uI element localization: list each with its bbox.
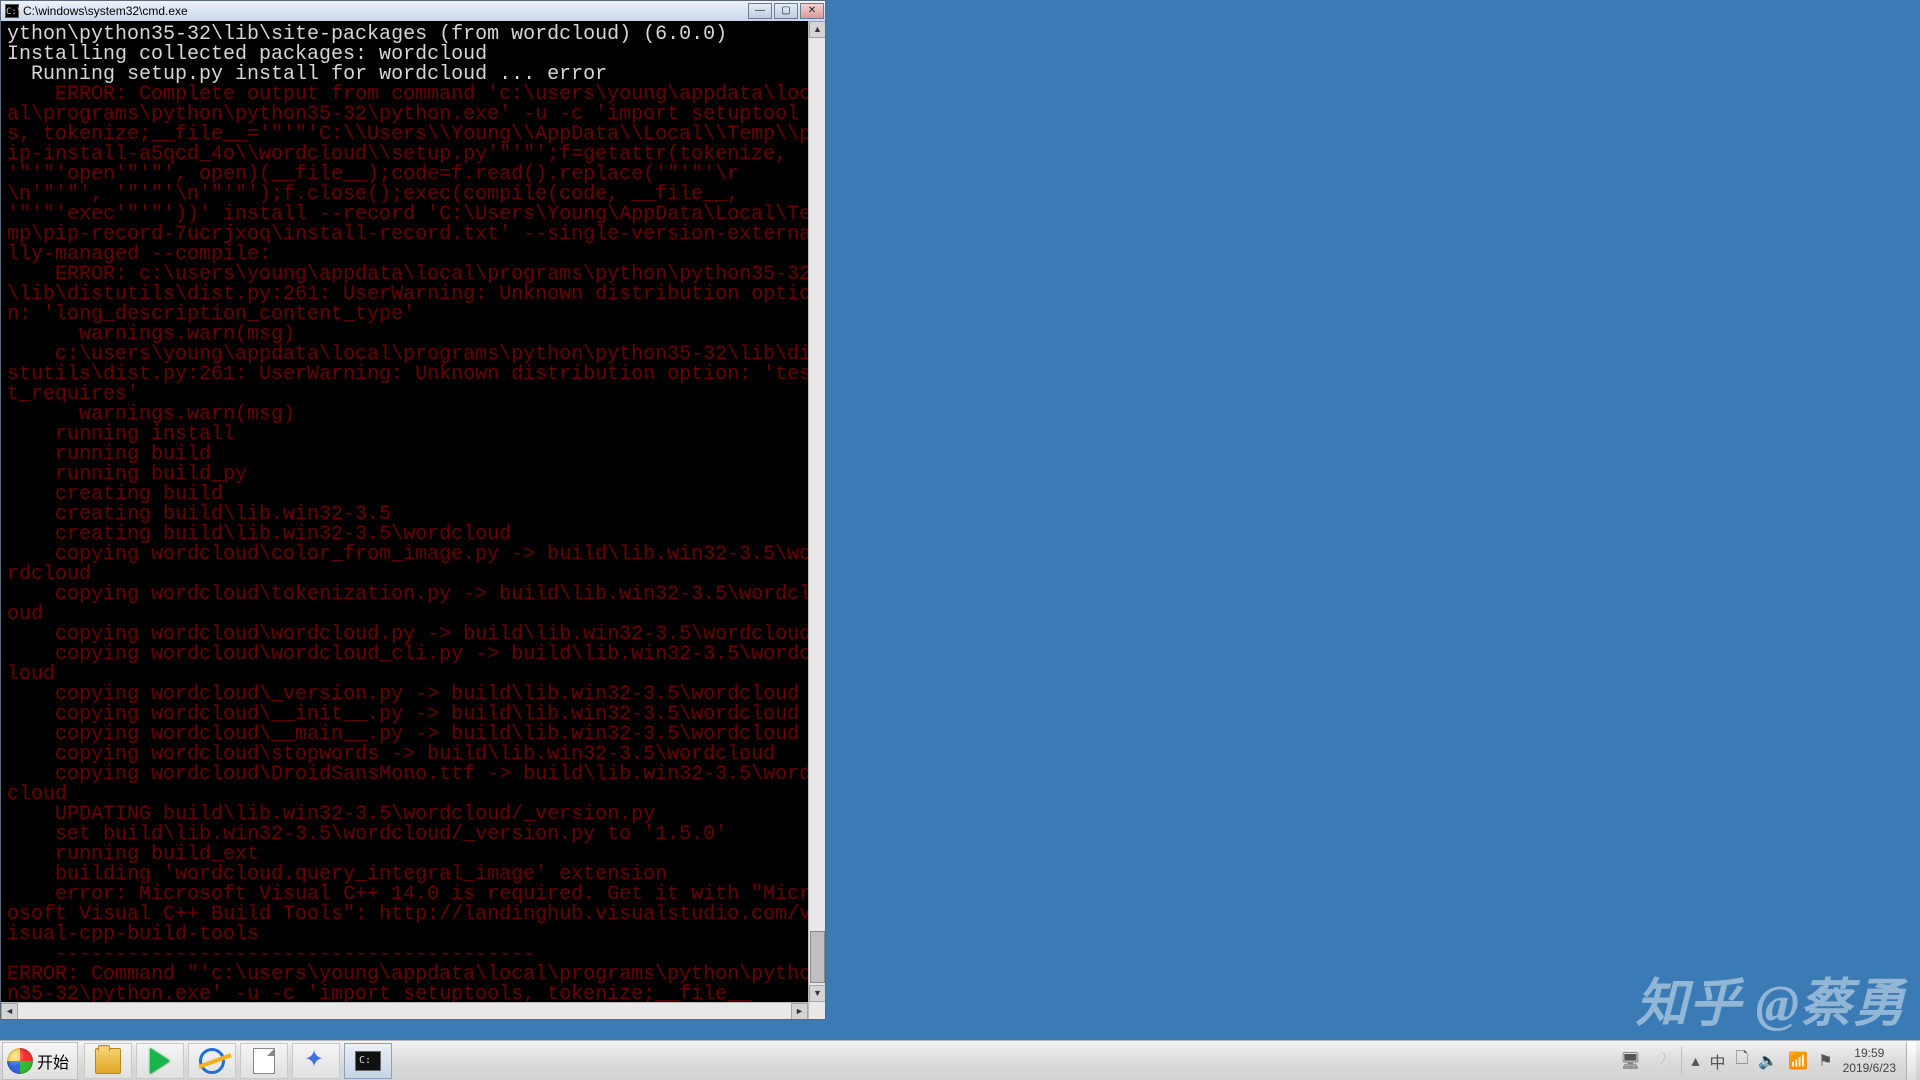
scroll-left-icon[interactable]: ◄ xyxy=(1,1003,18,1019)
tray-network-icon[interactable]: 📶 xyxy=(1788,1051,1808,1071)
system-tray: 🖥 ❔ ▴ 中 🗋 🔈 📶 ⚑ 19:59 2019/6/23 xyxy=(1610,1041,1920,1080)
scroll-thumb[interactable] xyxy=(810,931,825,983)
scroll-up-icon[interactable]: ▲ xyxy=(809,21,825,38)
scroll-right-icon[interactable]: ► xyxy=(791,1003,808,1019)
taskbar-cmd[interactable]: C: xyxy=(344,1043,392,1079)
windows-logo-icon xyxy=(7,1048,33,1074)
clock-date: 2019/6/23 xyxy=(1843,1061,1896,1076)
horizontal-scrollbar[interactable]: ◄ ► xyxy=(1,1002,808,1019)
taskbar-feishu[interactable] xyxy=(292,1043,340,1079)
tray-clock[interactable]: 19:59 2019/6/23 xyxy=(1843,1046,1896,1076)
tray-help-icon[interactable]: ❔ xyxy=(1651,1051,1671,1071)
minimize-button[interactable]: — xyxy=(748,3,772,19)
cmd-title: C:\windows\system32\cmd.exe xyxy=(23,4,747,18)
cmd-icon: C:\ xyxy=(5,4,19,18)
cmd-window: C:\ C:\windows\system32\cmd.exe — ▢ ✕ yt… xyxy=(0,0,826,1020)
terminal-output-error: ERROR: Complete output from command 'c:\… xyxy=(7,85,819,1019)
taskbar-media-player[interactable] xyxy=(136,1043,184,1079)
clock-time: 19:59 xyxy=(1843,1046,1896,1061)
start-label: 开始 xyxy=(37,1049,69,1073)
desktop: C:\ C:\windows\system32\cmd.exe — ▢ ✕ yt… xyxy=(0,0,1920,1080)
task-icons: C: xyxy=(84,1043,392,1079)
play-icon xyxy=(150,1048,170,1074)
taskbar-document[interactable] xyxy=(240,1043,288,1079)
taskbar: 开始 C: 🖥 ❔ ▴ 中 🗋 🔈 📶 ⚑ 19:59 2019/6/23 xyxy=(0,1040,1920,1080)
taskbar-internet-explorer[interactable] xyxy=(188,1043,236,1079)
cmd-body[interactable]: ython\python35-32\lib\site-packages (fro… xyxy=(1,21,825,1019)
cmd-titlebar[interactable]: C:\ C:\windows\system32\cmd.exe — ▢ ✕ xyxy=(1,1,825,21)
taskbar-file-explorer[interactable] xyxy=(84,1043,132,1079)
tray-separator xyxy=(1681,1047,1682,1075)
close-button[interactable]: ✕ xyxy=(800,3,824,19)
show-desktop-button[interactable] xyxy=(1906,1042,1916,1080)
vertical-scrollbar[interactable]: ▲ ▼ xyxy=(808,21,825,1019)
tray-chevron-icon[interactable]: ▴ xyxy=(1692,1051,1700,1071)
maximize-button[interactable]: ▢ xyxy=(774,3,798,19)
tray-flag-icon[interactable]: ⚑ xyxy=(1818,1051,1832,1071)
tray-screen-icon[interactable]: 🖥 xyxy=(1620,1051,1640,1071)
tray-volume-icon[interactable]: 🔈 xyxy=(1758,1051,1778,1071)
start-button[interactable]: 开始 xyxy=(2,1042,78,1080)
document-icon xyxy=(253,1048,275,1074)
scroll-down-icon[interactable]: ▼ xyxy=(809,985,825,1002)
folder-icon xyxy=(95,1048,121,1074)
terminal-icon: C: xyxy=(355,1051,381,1071)
ie-icon xyxy=(199,1048,225,1074)
bird-icon xyxy=(303,1048,329,1074)
watermark: 知乎 @蔡勇 xyxy=(1636,961,1906,1036)
terminal-output-white: ython\python35-32\lib\site-packages (fro… xyxy=(7,25,819,85)
tray-ime-icon[interactable]: 中 xyxy=(1710,1049,1726,1073)
tray-battery-icon[interactable]: 🗋 xyxy=(1736,1047,1749,1074)
